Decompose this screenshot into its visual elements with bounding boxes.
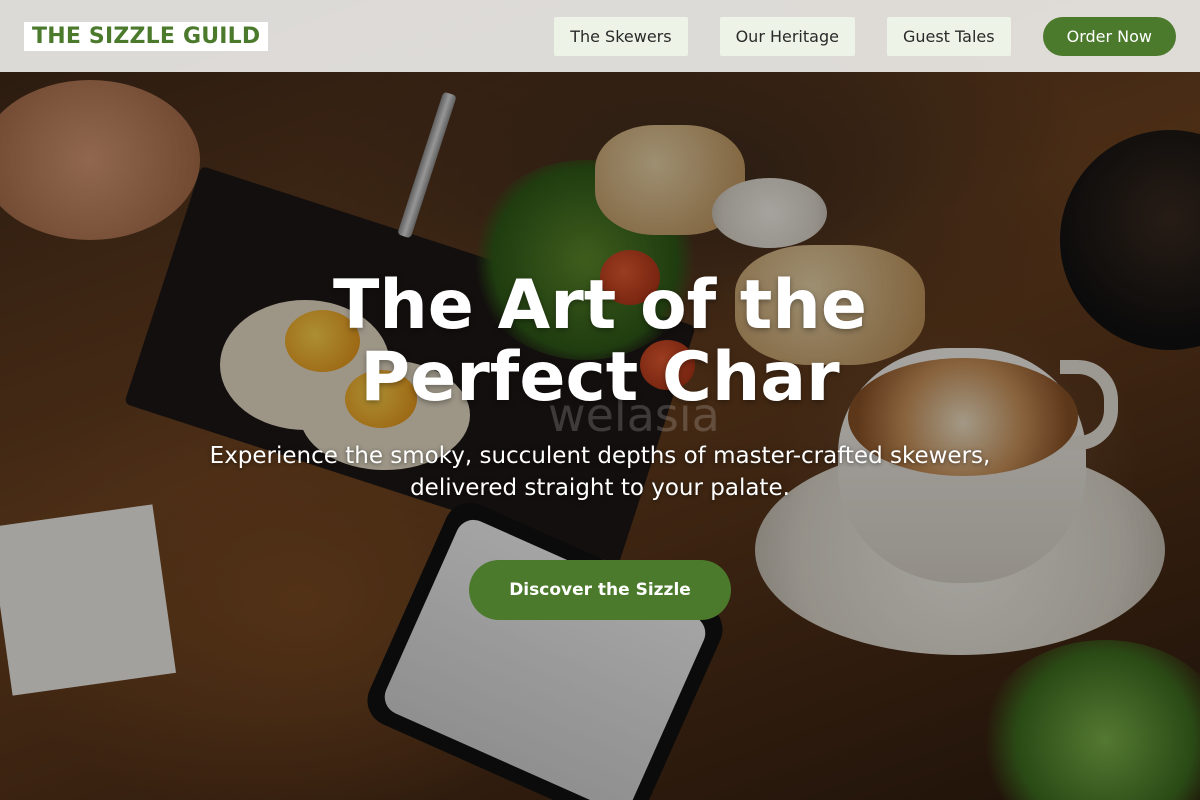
site-logo[interactable]: THE SIZZLE GUILD <box>24 21 269 51</box>
order-now-button[interactable]: Order Now <box>1042 16 1176 56</box>
nav-link-heritage[interactable]: Our Heritage <box>719 16 855 56</box>
hero-section: The Art of the Perfect Char Experience t… <box>0 270 1200 620</box>
main-nav: The Skewers Our Heritage Guest Tales Ord… <box>554 16 1176 56</box>
hero-title: The Art of the Perfect Char <box>333 266 867 417</box>
hero-subtitle: Experience the smoky, succulent depths o… <box>209 443 991 501</box>
nav-link-guest-tales[interactable]: Guest Tales <box>886 16 1011 56</box>
nav-link-skewers[interactable]: The Skewers <box>554 16 688 56</box>
discover-sizzle-button[interactable]: Discover the Sizzle <box>469 560 731 620</box>
site-header: THE SIZZLE GUILD The Skewers Our Heritag… <box>0 0 1200 72</box>
